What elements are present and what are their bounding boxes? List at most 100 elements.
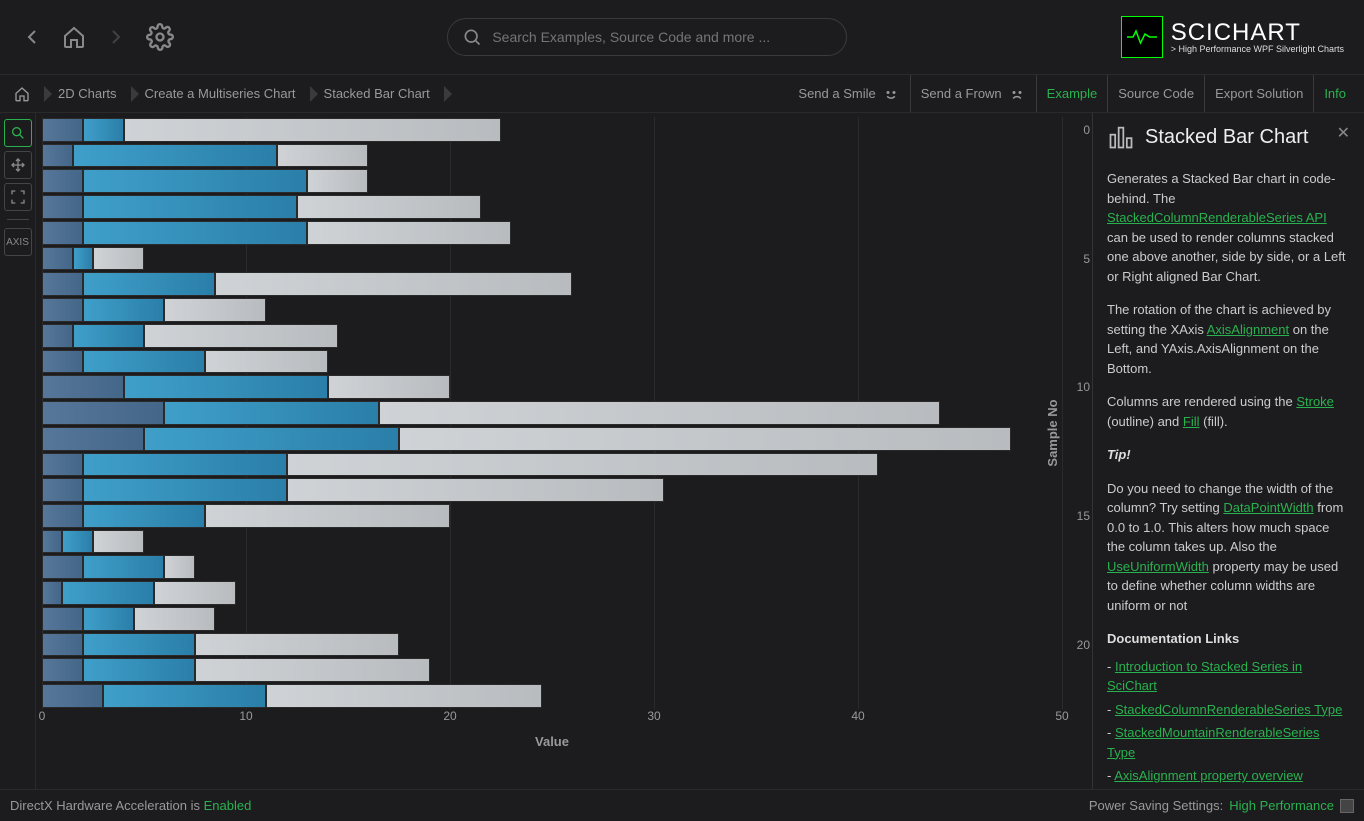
bar-row [42, 168, 1062, 194]
bar-segment [42, 221, 83, 245]
bar-segment [103, 684, 266, 708]
bar-segment [42, 633, 83, 657]
send-smile[interactable]: Send a Smile [788, 75, 909, 112]
link-uuw[interactable]: UseUniformWidth [1107, 559, 1209, 574]
breadcrumb-item[interactable]: Create a Multiseries Chart [131, 75, 310, 112]
breadcrumb-home[interactable] [8, 75, 44, 112]
tab-source[interactable]: Source Code [1107, 75, 1204, 112]
bar-row [42, 632, 1062, 658]
bar-segment [42, 581, 62, 605]
back-icon[interactable] [20, 25, 44, 49]
bar-segment [164, 401, 378, 425]
info-p4: Do you need to change the width of the c… [1107, 479, 1350, 616]
bar-segment [62, 530, 93, 554]
bar-segment [83, 504, 205, 528]
bar-segment [307, 221, 511, 245]
bar-row [42, 657, 1062, 683]
x-tick: 50 [1055, 709, 1068, 723]
bar-segment [266, 684, 541, 708]
bar-segment [42, 607, 83, 631]
bar-segment [205, 350, 327, 374]
link-axis[interactable]: AxisAlignment [1207, 322, 1289, 337]
search-icon [462, 27, 482, 47]
axis-tool[interactable]: AXIS [4, 228, 32, 256]
bar-row [42, 271, 1062, 297]
bar-segment [42, 169, 83, 193]
forward-icon[interactable] [104, 25, 128, 49]
info-p2: The rotation of the chart is achieved by… [1107, 300, 1350, 378]
y-tick: 20 [1077, 638, 1090, 652]
bar-segment [154, 581, 236, 605]
bar-segment [144, 324, 338, 348]
gear-icon[interactable] [146, 23, 174, 51]
bar-segment [83, 633, 195, 657]
bar-row [42, 580, 1062, 606]
bar-segment [42, 530, 62, 554]
bar-segment [195, 658, 430, 682]
bar-segment [164, 298, 266, 322]
bar-segment [164, 555, 195, 579]
bar-segment [83, 607, 134, 631]
bar-segment [42, 427, 144, 451]
bar-segment [83, 298, 165, 322]
bar-segment [42, 375, 124, 399]
zoom-tool[interactable] [4, 119, 32, 147]
bar-segment [73, 144, 277, 168]
bar-segment [42, 350, 83, 374]
link-fill[interactable]: Fill [1183, 414, 1200, 429]
y-tick: 15 [1077, 509, 1090, 523]
bar-segment [42, 684, 103, 708]
bar-row [42, 297, 1062, 323]
smile-icon [882, 85, 900, 103]
info-p1: Generates a Stacked Bar chart in code-be… [1107, 169, 1350, 286]
doc-link[interactable]: AxisAlignment property overview [1114, 768, 1303, 783]
doc-link[interactable]: StackedColumnRenderableSeries Type [1115, 702, 1342, 717]
x-tick: 20 [443, 709, 456, 723]
tool-divider [7, 219, 29, 220]
pan-tool[interactable] [4, 151, 32, 179]
link-dpw[interactable]: DataPointWidth [1223, 500, 1313, 515]
breadcrumb-item[interactable]: 2D Charts [44, 75, 131, 112]
close-icon[interactable]: ✕ [1337, 123, 1350, 143]
search-box[interactable] [447, 18, 847, 56]
extent-tool[interactable] [4, 183, 32, 211]
bar-segment [195, 633, 399, 657]
info-title: Stacked Bar Chart [1145, 126, 1308, 149]
y-axis-title: Sample No [1045, 399, 1060, 466]
info-tip: Tip! [1107, 447, 1131, 462]
bar-segment [42, 324, 73, 348]
bar-segment [42, 401, 164, 425]
bar-segment [42, 478, 83, 502]
bar-segment [73, 324, 144, 348]
bar-segment [83, 272, 216, 296]
bar-row [42, 477, 1062, 503]
bar-row [42, 503, 1062, 529]
y-tick: 0 [1083, 123, 1090, 137]
bar-row [42, 426, 1062, 452]
status-indicator[interactable] [1340, 799, 1354, 813]
doc-link[interactable]: StackedMountainRenderableSeries Type [1107, 725, 1319, 760]
home-icon[interactable] [62, 25, 86, 49]
link-stroke[interactable]: Stroke [1296, 394, 1334, 409]
chart[interactable]: Value01020304050 05101520 Sample No [36, 113, 1092, 789]
bar-row [42, 349, 1062, 375]
logo-icon [1121, 16, 1163, 58]
bar-segment [134, 607, 216, 631]
breadcrumb-item[interactable]: Stacked Bar Chart [310, 75, 444, 112]
bar-segment [42, 195, 83, 219]
bar-segment [83, 350, 205, 374]
bar-segment [297, 195, 481, 219]
doc-link[interactable]: Introduction to Stacked Series in SciCha… [1107, 659, 1302, 694]
link-api[interactable]: StackedColumnRenderableSeries API [1107, 210, 1327, 225]
tab-example[interactable]: Example [1036, 75, 1108, 112]
bar-segment [83, 478, 287, 502]
bar-segment [124, 118, 501, 142]
tab-info[interactable]: Info [1313, 75, 1356, 112]
bar-segment [277, 144, 369, 168]
search-input[interactable] [492, 29, 832, 45]
tab-export[interactable]: Export Solution [1204, 75, 1313, 112]
send-frown[interactable]: Send a Frown [910, 75, 1036, 112]
bar-segment [379, 401, 940, 425]
bar-segment [83, 195, 297, 219]
bar-segment [399, 427, 1011, 451]
